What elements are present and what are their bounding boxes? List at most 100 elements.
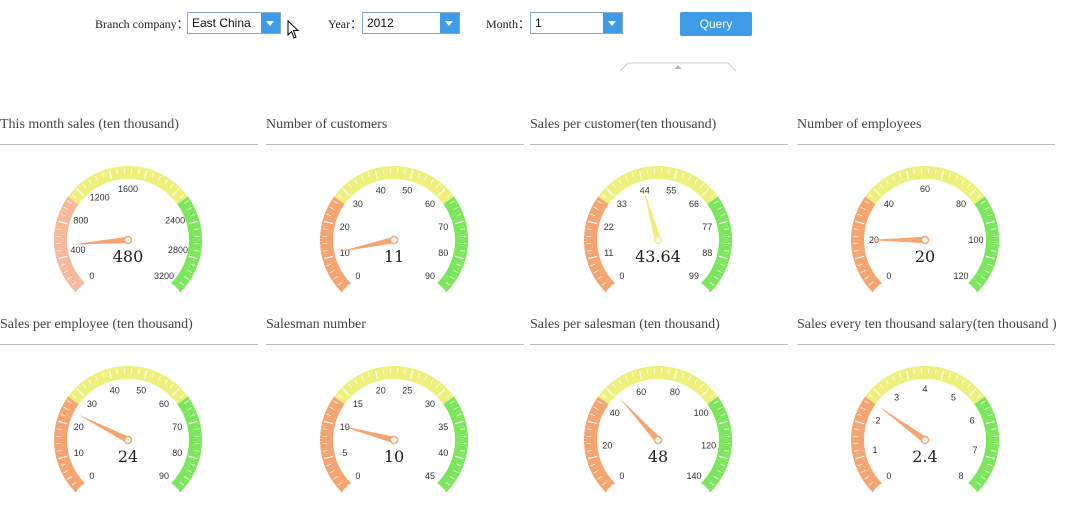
gauge-value: 2.4 bbox=[912, 447, 937, 466]
gauge-tick-label: 800 bbox=[73, 215, 88, 225]
gauge-needle-pivot bbox=[922, 237, 929, 244]
gauge-tick-label: 33 bbox=[617, 199, 627, 209]
gauge-chart: 02040608010012014048 bbox=[530, 345, 788, 507]
gauge-tick-label: 60 bbox=[425, 199, 435, 209]
gauge-needle-pivot bbox=[922, 437, 929, 444]
gauge-tick-label: 0 bbox=[355, 271, 360, 281]
gauge-tick-label: 11 bbox=[604, 248, 613, 258]
chevron-down-icon[interactable] bbox=[603, 13, 622, 33]
gauge-tick-label: 20 bbox=[376, 386, 386, 396]
mouse-cursor-icon bbox=[287, 20, 301, 40]
gauge-title: Sales every ten thousand salary(ten thou… bbox=[797, 317, 1057, 333]
query-button[interactable]: Query bbox=[680, 12, 752, 36]
gauge-tick-label: 120 bbox=[954, 271, 969, 281]
gauge-tick-label: 3200 bbox=[154, 271, 174, 281]
month-label: Month： bbox=[486, 15, 530, 32]
chevron-down-icon[interactable] bbox=[261, 13, 280, 33]
gauge-tick-label: 1 bbox=[872, 445, 877, 455]
gauge-chart: 011223344556677889943.64 bbox=[530, 145, 788, 307]
collapse-toggle-icon[interactable] bbox=[620, 62, 736, 72]
gauge-tick-label: 3 bbox=[894, 393, 899, 403]
gauge-tick-label: 50 bbox=[402, 186, 412, 196]
gauge-chart: 05101520253035404510 bbox=[266, 345, 524, 507]
gauge-tick-label: 2800 bbox=[168, 245, 188, 255]
gauge-tick-label: 80 bbox=[670, 387, 680, 397]
gauge-needle bbox=[642, 185, 661, 241]
gauge-tick-label: 70 bbox=[438, 222, 448, 232]
gauge-panel: Sales per employee (ten thousand)0102030… bbox=[0, 317, 258, 507]
gauge-value: 10 bbox=[384, 447, 404, 466]
branch-select[interactable]: East China bbox=[187, 12, 281, 34]
month-value: 1 bbox=[535, 16, 542, 30]
gauge-panel: Number of employees02040608010012020 bbox=[797, 117, 1055, 307]
gauge-value: 480 bbox=[113, 247, 144, 266]
gauge-tick-label: 4 bbox=[922, 384, 927, 394]
gauge-title: Sales per employee (ten thousand) bbox=[0, 317, 193, 333]
gauge-tick-label: 20 bbox=[340, 222, 350, 232]
gauge-title: Sales per salesman (ten thousand) bbox=[530, 317, 720, 333]
gauge-tick-label: 0 bbox=[89, 471, 94, 481]
gauge-tick-label: 0 bbox=[89, 271, 94, 281]
gauge-needle-pivot bbox=[125, 437, 132, 444]
branch-value: East China bbox=[192, 16, 251, 30]
gauge-panel: Sales per customer(ten thousand) 0 11 22 33 4… bbox=[530, 117, 788, 307]
gauge-panel: Number of customers010203040506070809011 bbox=[266, 117, 524, 307]
gauge-tick-label: 60 bbox=[920, 184, 930, 194]
gauge-tick-label: 66 bbox=[689, 199, 699, 209]
gauge-tick-label: 0 bbox=[619, 271, 624, 281]
gauge-tick-label: 40 bbox=[376, 186, 386, 196]
chevron-down-icon[interactable] bbox=[440, 13, 459, 33]
gauge-needle-pivot bbox=[655, 437, 662, 444]
gauge-needle-pivot bbox=[391, 237, 398, 244]
gauge-title: This month sales (ten thousand) bbox=[0, 117, 179, 133]
gauge-value: 20 bbox=[915, 247, 935, 266]
gauge-value: 43.64 bbox=[635, 247, 681, 266]
gauge-tick-label: 400 bbox=[70, 245, 85, 255]
gauge-panel: Sales per salesman (ten thousand)0204060… bbox=[530, 317, 788, 507]
gauge-tick-label: 30 bbox=[353, 199, 363, 209]
gauge-value: 11 bbox=[384, 247, 404, 266]
year-select[interactable]: 2012 bbox=[362, 12, 460, 34]
gauge-tick-label: 80 bbox=[172, 448, 182, 458]
gauge-tick-label: 1600 bbox=[118, 184, 138, 194]
gauge-tick-label: 20 bbox=[74, 422, 84, 432]
gauge-tick-label: 22 bbox=[604, 222, 614, 232]
gauge-tick-label: 35 bbox=[438, 422, 448, 432]
gauge-tick-label: 60 bbox=[636, 387, 646, 397]
gauge-tick-label: 120 bbox=[701, 441, 716, 451]
gauge-tick-label: 100 bbox=[968, 235, 983, 245]
gauge-tick-label: 15 bbox=[353, 399, 363, 409]
gauge-needle bbox=[620, 398, 661, 442]
branch-label: Branch company： bbox=[95, 15, 189, 32]
gauge-tick-label: 80 bbox=[438, 248, 448, 258]
gauge-tick-label: 55 bbox=[666, 186, 676, 196]
gauge-panel: Salesman number05101520253035404510 bbox=[266, 317, 524, 507]
gauge-needle-pivot bbox=[125, 237, 132, 244]
gauge-tick-label: 0 bbox=[355, 471, 360, 481]
gauge-tick-label: 45 bbox=[425, 471, 435, 481]
gauge-chart: 010203040506070809024 bbox=[0, 345, 258, 507]
gauge-chart: 0123456782.4 bbox=[797, 345, 1055, 507]
gauge-tick-label: 100 bbox=[694, 408, 709, 418]
gauge-band-mid bbox=[598, 366, 718, 404]
gauge-tick-label: 30 bbox=[87, 399, 97, 409]
month-select[interactable]: 1 bbox=[530, 12, 623, 34]
gauge-tick-label: 2400 bbox=[165, 215, 185, 225]
gauge-tick-label: 99 bbox=[689, 271, 699, 281]
year-value: 2012 bbox=[367, 16, 394, 30]
gauge-tick-label: 1200 bbox=[90, 193, 110, 203]
gauge-tick-label: 40 bbox=[110, 386, 120, 396]
gauge-tick-label: 80 bbox=[956, 199, 966, 209]
gauge-needle bbox=[71, 237, 128, 245]
year-label: Year： bbox=[328, 15, 362, 32]
gauge-title: Sales per customer(ten thousand) bbox=[530, 117, 716, 133]
gauge-panel: Sales every ten thousand salary(ten thou… bbox=[797, 317, 1055, 507]
gauge-chart: 010203040506070809011 bbox=[266, 145, 524, 307]
gauge-needle bbox=[77, 414, 129, 443]
gauge-tick-label: 30 bbox=[425, 399, 435, 409]
gauge-panel: This month sales (ten thousand) 0 400 800 12… bbox=[0, 117, 258, 307]
gauge-tick-label: 90 bbox=[425, 271, 435, 281]
gauge-tick-label: 25 bbox=[402, 386, 412, 396]
gauge-tick-label: 50 bbox=[136, 386, 146, 396]
gauge-tick-label: 77 bbox=[702, 222, 712, 232]
